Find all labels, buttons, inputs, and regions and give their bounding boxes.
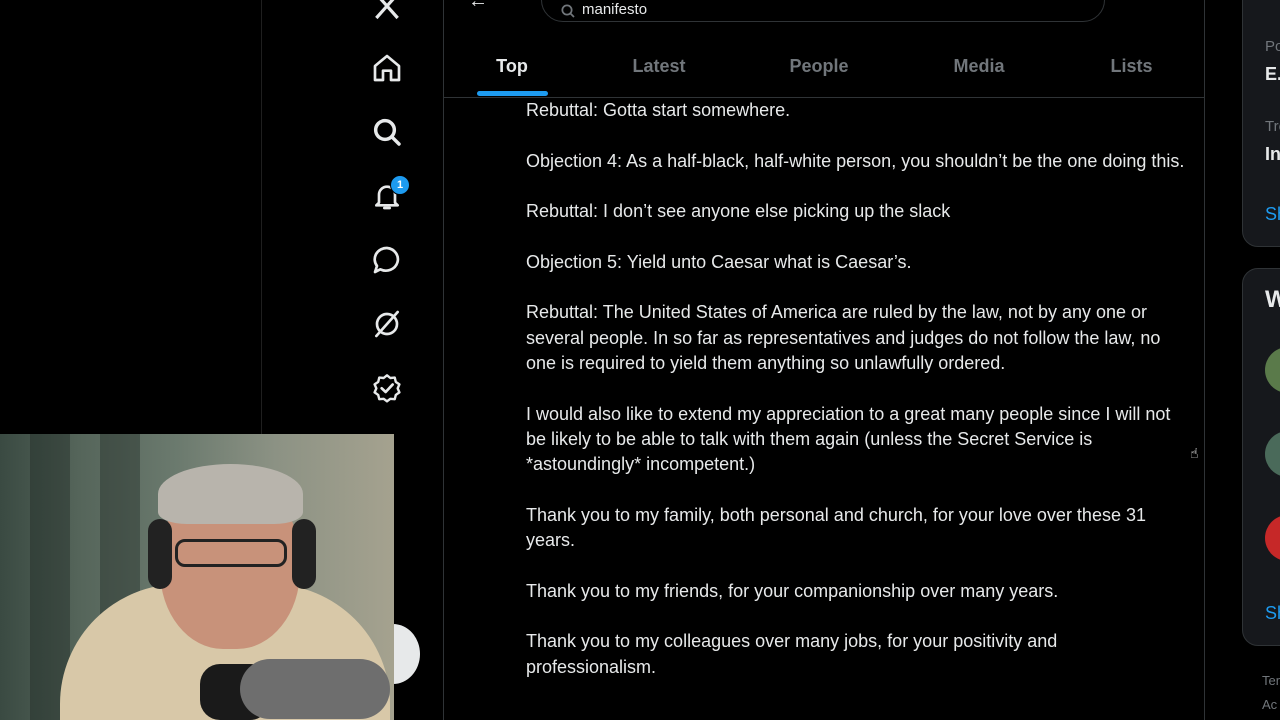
tab-top[interactable]: Top <box>444 36 580 96</box>
trend-label: Po <box>1265 38 1280 55</box>
tab-latest[interactable]: Latest <box>594 36 724 96</box>
search-icon <box>561 4 575 18</box>
messages-icon[interactable] <box>355 232 419 288</box>
headphone-left <box>148 519 172 589</box>
post-paragraph: Rebuttal: I don’t see anyone else pickin… <box>526 201 951 222</box>
post-paragraph: Rebuttal: Gotta start somewhere. <box>526 100 791 120</box>
search-results-column: ← manifesto Top Latest People Media List… <box>443 0 1205 720</box>
active-tab-indicator <box>477 91 548 96</box>
post-paragraph: Thank you to my family, both personal an… <box>526 504 1146 551</box>
search-query: manifesto <box>582 1 648 18</box>
post-paragraph: Objection 5: Yield unto Caesar what is C… <box>526 251 912 272</box>
trend-title[interactable]: In <box>1265 144 1280 165</box>
post-body: Rebuttal: Gotta start somewhere. Objecti… <box>526 98 1186 705</box>
headphone-right <box>292 519 316 589</box>
x-logo-icon[interactable] <box>355 0 419 34</box>
tab-people[interactable]: People <box>754 36 884 96</box>
show-more-link[interactable]: Sh <box>1265 204 1280 225</box>
search-tabs: Top Latest People Media Lists <box>444 36 1204 98</box>
sidebar-divider <box>261 0 262 440</box>
presenter-hair <box>158 464 303 524</box>
footer-link[interactable]: Ter <box>1262 673 1280 688</box>
post-paragraph: Thank you to my colleagues over many job… <box>526 631 1058 677</box>
tab-lists[interactable]: Lists <box>1064 36 1199 96</box>
notifications-icon[interactable] <box>355 168 419 224</box>
search-icon[interactable] <box>355 104 419 160</box>
trends-card: Po E. Tre In Sh <box>1242 0 1280 247</box>
microphone <box>240 659 390 719</box>
mouse-cursor-icon: ☝ <box>1190 445 1199 461</box>
footer-link[interactable]: Ac <box>1262 697 1277 712</box>
trend-title[interactable]: E. <box>1265 64 1280 85</box>
show-more-link[interactable]: Sh <box>1265 603 1280 624</box>
avatar[interactable] <box>1265 515 1280 561</box>
trend-label: Tre <box>1265 118 1280 135</box>
home-icon[interactable] <box>355 40 419 96</box>
post-paragraph: Objection 4: As a half-black, half-white… <box>526 150 1185 171</box>
grok-icon[interactable] <box>355 296 419 352</box>
post-paragraph: Rebuttal: The United States of America a… <box>526 302 1161 373</box>
avatar[interactable] <box>1265 347 1280 393</box>
card-heading: W <box>1265 286 1280 313</box>
verified-icon[interactable] <box>355 360 419 416</box>
tab-media[interactable]: Media <box>914 36 1044 96</box>
who-to-follow-card: W Sh <box>1242 268 1280 646</box>
back-arrow-icon[interactable]: ← <box>468 0 488 13</box>
right-sidebar: Po E. Tre In Sh W Sh Ter Ac <box>1242 0 1280 720</box>
webcam-overlay <box>0 434 394 720</box>
presenter-glasses <box>175 539 287 567</box>
post-paragraph: Thank you to my friends, for your compan… <box>526 580 1059 601</box>
avatar[interactable] <box>1265 431 1280 477</box>
search-input[interactable]: manifesto <box>541 0 1105 22</box>
post-paragraph: I would also like to extend my appreciat… <box>526 403 1171 475</box>
notification-count-badge: 1 <box>390 175 410 195</box>
